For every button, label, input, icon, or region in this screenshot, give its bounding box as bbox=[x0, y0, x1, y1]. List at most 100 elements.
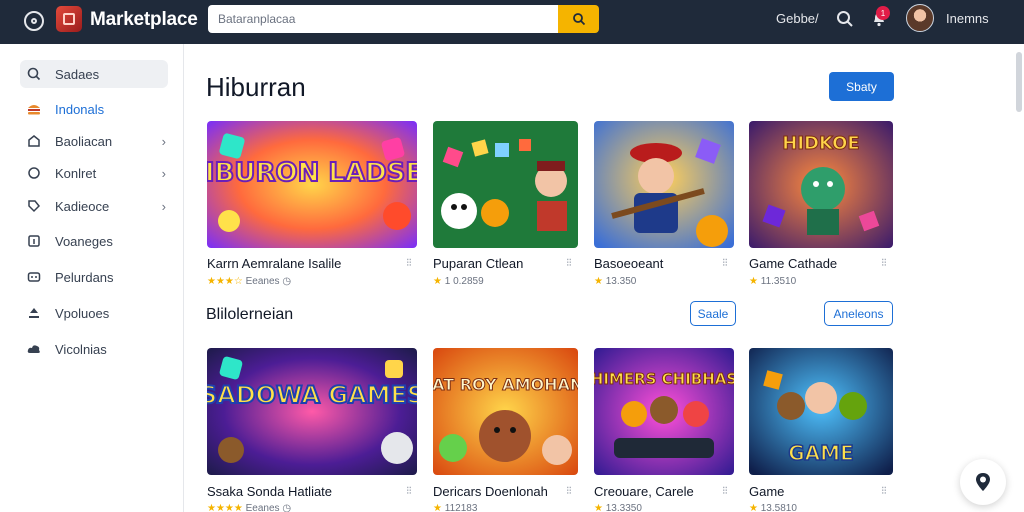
gamepad-icon bbox=[27, 272, 41, 282]
more-options-icon[interactable]: ⁝⁝ bbox=[722, 484, 728, 497]
game-rating: ★ 112183 bbox=[433, 503, 478, 512]
sidebar-item-sadaes[interactable]: Sadaes bbox=[20, 60, 168, 88]
section-title: Blilolerneian bbox=[206, 306, 294, 323]
sidebar-item-label: Vicolnias bbox=[55, 341, 107, 357]
game-thumbnail[interactable] bbox=[594, 121, 734, 248]
more-options-icon[interactable]: ⁝⁝ bbox=[881, 484, 887, 497]
game-card[interactable]: FIAT ROY AMOHANS Dericars Doenlonah ⁝⁝ ★… bbox=[433, 348, 578, 512]
cloud-icon bbox=[27, 345, 40, 353]
star-rating: ★ bbox=[594, 276, 603, 287]
home-icon bbox=[28, 135, 40, 147]
star-rating: ★ bbox=[433, 503, 442, 512]
star-rating: ★ bbox=[594, 503, 603, 512]
chat-button[interactable] bbox=[960, 459, 1006, 505]
game-title[interactable]: Karrn Aemralane Isalile bbox=[207, 256, 341, 271]
game-card[interactable]: Basoeoeant ⁝⁝ ★ 13.350 bbox=[594, 121, 734, 291]
game-thumbnail[interactable]: HIDKOE bbox=[749, 121, 893, 248]
star-rating: ★ bbox=[749, 503, 758, 512]
more-options-icon[interactable]: ⁝⁝ bbox=[406, 484, 412, 497]
more-options-icon[interactable]: ⁝⁝ bbox=[406, 256, 412, 269]
sidebar: Sadaes Indonals Baoliacan › Konlret › Ka… bbox=[0, 44, 184, 512]
more-options-icon[interactable]: ⁝⁝ bbox=[722, 256, 728, 269]
sidebar-item-pelurdans[interactable]: Pelurdans bbox=[20, 263, 168, 291]
avatar[interactable] bbox=[906, 4, 934, 32]
game-thumbnail[interactable]: HIBURON LADSEE bbox=[207, 121, 417, 248]
sidebar-item-vpoluoes[interactable]: Vpoluoes bbox=[20, 299, 168, 327]
game-card[interactable]: HIMERS CHIBHAS Creouare, Carele ⁝⁝ ★ 13.… bbox=[594, 348, 734, 512]
sidebar-item-baoliacan[interactable]: Baoliacan › bbox=[20, 127, 168, 155]
star-rating: ★ bbox=[433, 276, 442, 287]
info-icon bbox=[28, 235, 40, 247]
sidebar-item-kadieoce[interactable]: Kadieoce › bbox=[20, 192, 168, 220]
game-title[interactable]: Puparan Ctlean bbox=[433, 256, 523, 271]
username[interactable]: Inemns bbox=[946, 11, 989, 26]
game-rating: ★★★★ Eeanes ◷ bbox=[207, 503, 292, 512]
game-title[interactable]: Ssaka Sonda Hatliate bbox=[207, 484, 332, 499]
star-rating: ★★★☆ bbox=[207, 276, 243, 287]
page-title: Hiburran bbox=[206, 72, 306, 102]
game-rating: ★ 13.5810 bbox=[749, 503, 797, 512]
sidebar-item-label: Indonals bbox=[55, 101, 105, 117]
game-card[interactable]: HIDKOE Game Cathade ⁝⁝ ★ 11.3510 bbox=[749, 121, 893, 291]
search-icon bbox=[572, 13, 585, 26]
game-thumbnail[interactable] bbox=[433, 121, 578, 248]
sidebar-item-konlret[interactable]: Konlret › bbox=[20, 159, 168, 187]
thumbnail-title: HIBURON LADSEE bbox=[207, 158, 417, 188]
sidebar-item-label: Baoliacan bbox=[55, 133, 113, 149]
game-title[interactable]: Basoeoeant bbox=[594, 256, 663, 271]
game-card[interactable]: GAME Game ⁝⁝ ★ 13.5810 bbox=[749, 348, 893, 512]
game-rating: ★★★☆ Eeanes ◷ bbox=[207, 276, 292, 287]
primary-button[interactable]: Sbaty bbox=[829, 72, 894, 101]
thumbnail-title: SADOWA GAMES bbox=[207, 381, 417, 409]
header-search-icon[interactable] bbox=[836, 10, 854, 28]
chevron-right-icon: › bbox=[161, 165, 166, 181]
chevron-right-icon: › bbox=[161, 133, 166, 149]
location-pin-icon bbox=[976, 473, 990, 491]
sidebar-item-label: Sadaes bbox=[55, 66, 100, 82]
game-title[interactable]: Dericars Doenlonah bbox=[433, 484, 548, 499]
filter-button[interactable]: Saale bbox=[690, 301, 736, 326]
game-thumbnail[interactable]: SADOWA GAMES bbox=[207, 348, 417, 475]
game-thumbnail[interactable]: GAME bbox=[749, 348, 893, 475]
game-rating: ★ 1 0.2859 bbox=[433, 276, 484, 287]
more-options-icon[interactable]: ⁝⁝ bbox=[566, 256, 572, 269]
sidebar-item-vicolnias[interactable]: Vicolnias bbox=[20, 335, 168, 363]
thumbnail-title: HIMERS CHIBHAS bbox=[594, 370, 734, 388]
game-card[interactable]: Puparan Ctlean ⁝⁝ ★ 1 0.2859 bbox=[433, 121, 578, 291]
star-rating: ★★★★ bbox=[207, 503, 243, 512]
sidebar-item-indonals[interactable]: Indonals bbox=[20, 95, 168, 123]
top-bar: Marketplace Gebbe/ 1 Inemns bbox=[0, 0, 1024, 44]
menu-icon[interactable] bbox=[24, 11, 44, 31]
thumbnail-title: GAME bbox=[788, 441, 853, 465]
search-icon bbox=[27, 67, 41, 81]
upload-icon bbox=[29, 308, 39, 318]
brand-name[interactable]: Marketplace bbox=[90, 9, 198, 31]
marketplace-logo[interactable] bbox=[56, 6, 82, 32]
burger-icon bbox=[28, 105, 40, 115]
game-title[interactable]: Game bbox=[749, 484, 784, 499]
game-rating: ★ 13.350 bbox=[594, 276, 637, 287]
header-link[interactable]: Gebbe/ bbox=[776, 11, 819, 26]
scrollbar[interactable] bbox=[1016, 52, 1022, 112]
tag-icon bbox=[28, 200, 41, 213]
game-thumbnail[interactable]: FIAT ROY AMOHANS bbox=[433, 348, 578, 475]
notification-badge: 1 bbox=[876, 6, 890, 20]
more-options-icon[interactable]: ⁝⁝ bbox=[566, 484, 572, 497]
game-card[interactable]: SADOWA GAMES Ssaka Sonda Hatliate ⁝⁝ ★★★… bbox=[207, 348, 417, 512]
search-input[interactable] bbox=[208, 5, 558, 33]
sidebar-item-voaneges[interactable]: Voaneges bbox=[20, 227, 168, 255]
game-title[interactable]: Game Cathade bbox=[749, 256, 837, 271]
thumbnail-title: FIAT ROY AMOHANS bbox=[433, 375, 578, 394]
view-all-button[interactable]: Aneleons bbox=[824, 301, 893, 326]
sidebar-item-label: Konlret bbox=[55, 165, 97, 181]
sidebar-item-label: Pelurdans bbox=[55, 269, 114, 285]
sidebar-item-label: Kadieoce bbox=[55, 198, 110, 214]
more-options-icon[interactable]: ⁝⁝ bbox=[881, 256, 887, 269]
game-rating: ★ 13.3350 bbox=[594, 503, 642, 512]
game-title[interactable]: Creouare, Carele bbox=[594, 484, 694, 499]
game-rating: ★ 11.3510 bbox=[749, 276, 797, 287]
game-thumbnail[interactable]: HIMERS CHIBHAS bbox=[594, 348, 734, 475]
search-button[interactable] bbox=[558, 5, 599, 33]
circle-icon bbox=[28, 167, 40, 179]
game-card[interactable]: HIBURON LADSEE Karrn Aemralane Isalile ⁝… bbox=[207, 121, 417, 291]
